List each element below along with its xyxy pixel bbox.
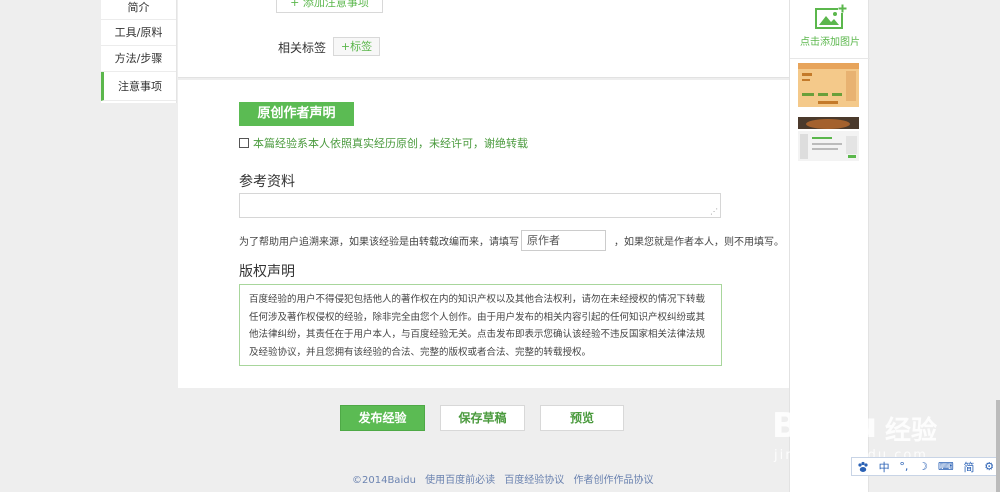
footer-link-author-agreement[interactable]: 作者创作作品协议 — [573, 475, 653, 486]
ime-paw-icon[interactable] — [857, 461, 869, 473]
footer-copyright: ©2014Baidu — [352, 475, 416, 486]
nav-item-tools[interactable]: 工具/原料 — [101, 20, 176, 46]
original-author-badge: 原创作者声明 — [239, 102, 354, 126]
source-line: 为了帮助用户追溯来源，如果该经验是由转载改编而来，请填写 原作者 ，如果您就是作… — [239, 230, 784, 251]
image-thumbnail-1[interactable] — [798, 63, 859, 107]
nav-item-notes[interactable]: 注意事项 — [101, 72, 176, 101]
source-suffix: ，如果您就是作者本人，则不用填写。 — [614, 237, 784, 248]
main-panel: 原创作者声明 本篇经验系本人依照真实经历原创，未经许可，谢绝转载 参考资料 ⋰ … — [178, 80, 789, 388]
image-thumbnail-2[interactable] — [798, 117, 859, 161]
ime-moon-icon[interactable]: ☽ — [918, 460, 928, 473]
nav-item-intro[interactable]: 简介 — [101, 0, 176, 20]
ime-toolbar: 中 °, ☽ ⌨ 简 ⚙ — [851, 457, 1000, 476]
footer-link-guide[interactable]: 使用百度前必读 — [425, 475, 495, 486]
references-input[interactable]: ⋰ — [239, 193, 721, 218]
references-title: 参考资料 — [239, 174, 295, 190]
source-prefix: 为了帮助用户追溯来源，如果该经验是由转载改编而来，请填写 — [239, 237, 519, 248]
preview-button[interactable]: 预览 — [540, 405, 624, 431]
tags-label: 相关标签 — [278, 41, 327, 55]
copyright-text: 百度经验的用户不得侵犯包括他人的著作权在内的知识产权以及其他合法权利，请勿在未经… — [239, 284, 722, 366]
save-draft-button[interactable]: 保存草稿 — [440, 405, 525, 431]
add-tag-button[interactable]: +标签 — [333, 37, 380, 56]
left-nav: 简介 工具/原料 方法/步骤 注意事项 — [101, 0, 177, 103]
scrollbar[interactable] — [996, 400, 1000, 492]
copyright-title: 版权声明 — [239, 264, 295, 280]
add-image-label: 点击添加图片 — [800, 37, 860, 48]
footer-link-agreement[interactable]: 百度经验协议 — [504, 475, 564, 486]
ime-simplified[interactable]: 简 — [963, 459, 974, 475]
publish-button[interactable]: 发布经验 — [340, 405, 425, 431]
ime-punctuation[interactable]: °, — [899, 460, 908, 473]
ime-chinese-mode[interactable]: 中 — [879, 459, 890, 475]
original-checkbox[interactable] — [239, 138, 249, 148]
watermark-product: 经验 — [885, 416, 938, 446]
resize-grip-icon[interactable]: ⋰ — [710, 208, 718, 216]
thumb-divider — [790, 58, 870, 59]
add-image-button[interactable]: 点击添加图片 — [790, 4, 870, 54]
baidu-jingyan-watermark: Baidu 经验 jingyan.baidu.com — [772, 386, 987, 466]
ime-keyboard-icon[interactable]: ⌨ — [938, 460, 954, 473]
original-checkbox-row[interactable]: 本篇经验系本人依照真实经历原创，未经许可，谢绝转载 — [239, 135, 528, 151]
ime-settings-icon[interactable]: ⚙ — [984, 460, 994, 473]
author-input[interactable]: 原作者 — [521, 230, 606, 251]
original-checkbox-label: 本篇经验系本人依照真实经历原创，未经许可，谢绝转载 — [253, 137, 528, 150]
add-image-icon — [815, 4, 847, 29]
nav-item-steps[interactable]: 方法/步骤 — [101, 46, 176, 72]
watermark-brand: Baidu — [772, 406, 877, 446]
footer: ©2014Baidu 使用百度前必读 百度经验协议 作者创作作品协议 — [352, 471, 659, 486]
top-panel: + 添加注意事项 相关标签 +标签 — [178, 0, 789, 78]
add-note-button[interactable]: + 添加注意事项 — [276, 0, 383, 13]
